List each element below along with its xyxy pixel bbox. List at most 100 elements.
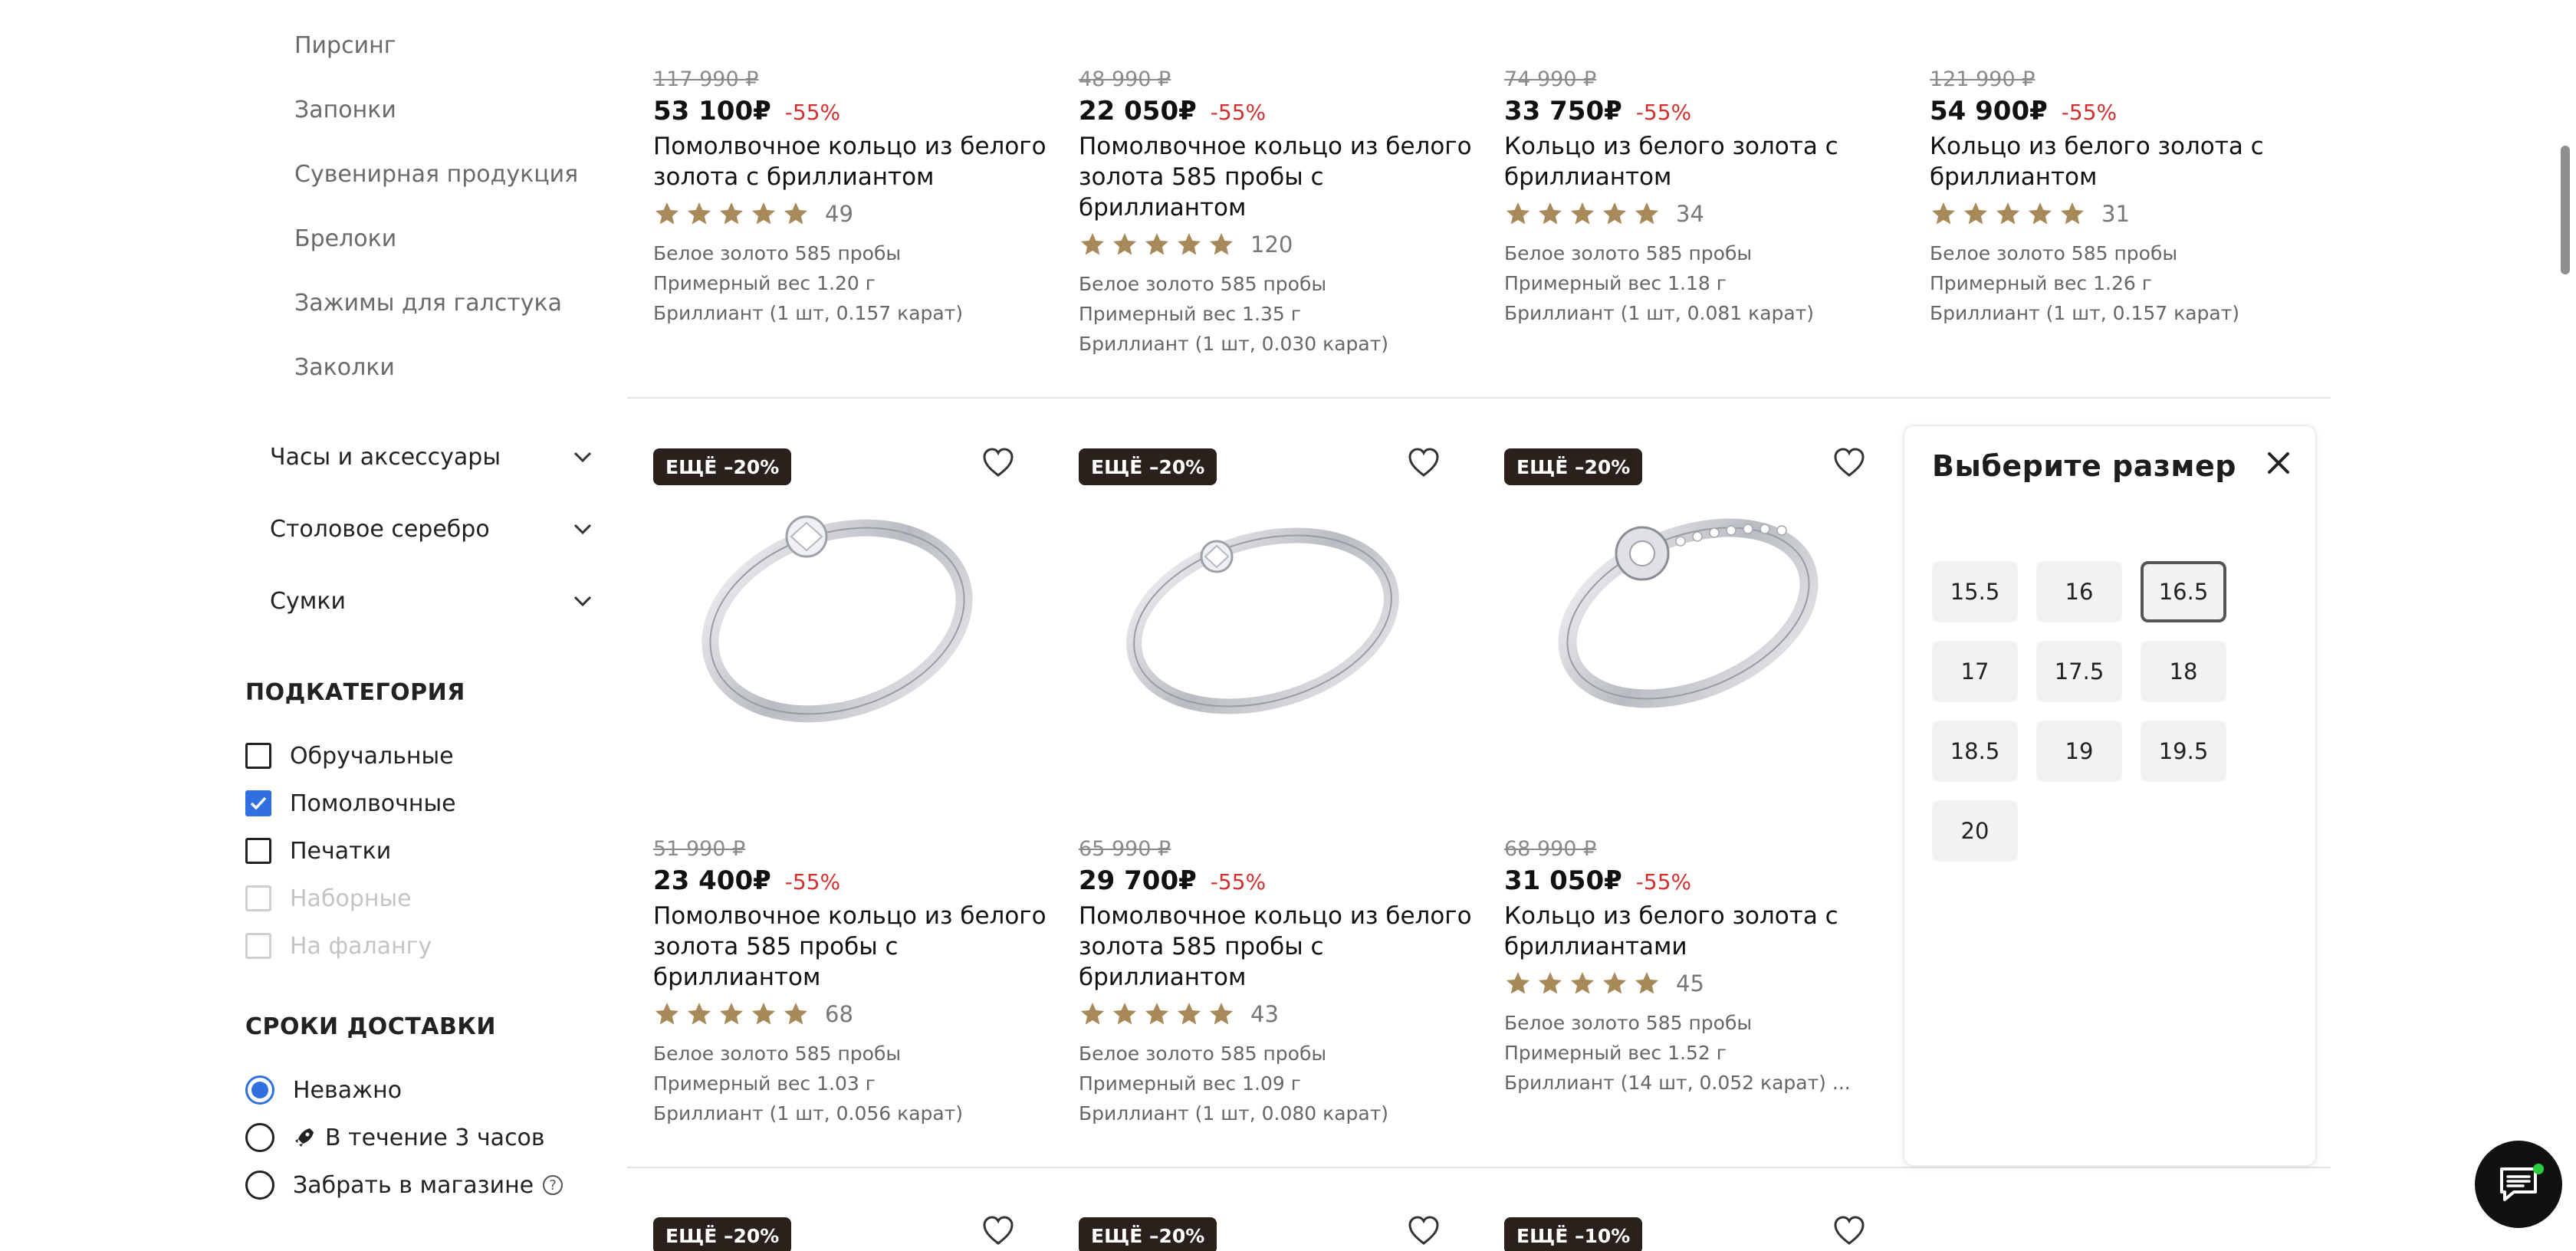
- checkbox-label: Обручальные: [290, 742, 454, 770]
- product-title[interactable]: Помолвочное кольцо из белого золота 585 …: [1079, 131, 1477, 223]
- size-picker-title: Выберите размер: [1932, 449, 2236, 483]
- product-card[interactable]: 121 990 ₽ 54 900₽ -55% Кольцо из белого з…: [1930, 67, 2328, 328]
- radio-button[interactable]: [245, 1123, 274, 1152]
- category-label: Столовое серебро: [270, 515, 490, 543]
- size-option-19[interactable]: 19: [2036, 721, 2122, 782]
- product-title[interactable]: Кольцо из белого золота с бриллиантом: [1504, 131, 1903, 192]
- price: 53 100₽: [653, 96, 771, 126]
- old-price: 121 990 ₽: [1930, 67, 2036, 91]
- checkbox-label: Помолвочные: [290, 790, 456, 817]
- subcategory-heading: ПОДКАТЕГОРИЯ: [245, 679, 465, 706]
- sidebar-sublink-hairpins[interactable]: Заколки: [294, 354, 395, 382]
- size-option-20[interactable]: 20: [1932, 800, 2018, 862]
- close-icon[interactable]: [2262, 446, 2295, 480]
- chevron-down-icon: [572, 518, 593, 540]
- checkbox-wedding[interactable]: Обручальные: [245, 740, 454, 771]
- checkmark-icon: [250, 796, 267, 810]
- spec-metal: Белое золото 585 пробы: [653, 242, 902, 264]
- ring-image[interactable]: [676, 491, 998, 744]
- product-card[interactable]: 117 990 ₽ 53 100₽ -55% Помолвочное кольцо…: [653, 67, 1052, 328]
- help-icon[interactable]: ?: [543, 1175, 564, 1195]
- size-option-16-5[interactable]: 16.5: [2141, 561, 2226, 622]
- checkbox-stackable: Наборные: [245, 883, 412, 914]
- size-option-16[interactable]: 16: [2036, 561, 2122, 622]
- product-title[interactable]: Помолвочное кольцо из белого золота с бр…: [653, 131, 1052, 192]
- heart-icon[interactable]: [981, 1214, 1015, 1248]
- size-option-17-5[interactable]: 17.5: [2036, 641, 2122, 702]
- rocket-icon: [295, 1128, 314, 1147]
- heart-icon[interactable]: [981, 446, 1015, 480]
- heart-icon[interactable]: [1832, 446, 1866, 480]
- promo-badge: ЕЩЁ –10%: [1504, 1217, 1643, 1251]
- spec-metal: Белое золото 585 пробы: [1930, 242, 2178, 264]
- sidebar-sublink-piercing[interactable]: Пирсинг: [294, 32, 396, 60]
- ring-image[interactable]: [1527, 491, 1849, 744]
- size-option-18-5[interactable]: 18.5: [1932, 721, 2018, 782]
- checkbox-box[interactable]: [245, 838, 271, 864]
- discount: -55%: [2061, 100, 2118, 125]
- review-count: 120: [1250, 231, 1293, 258]
- radio-button[interactable]: [245, 1171, 274, 1200]
- ring-image[interactable]: [1102, 491, 1424, 744]
- row-divider: [627, 1167, 2331, 1168]
- checkbox-box: [245, 885, 271, 911]
- radio-delivery-3h[interactable]: В течение 3 часов: [245, 1121, 545, 1154]
- old-price: 74 990 ₽: [1504, 67, 1597, 91]
- review-count: 68: [825, 1001, 853, 1027]
- size-option-19-5[interactable]: 19.5: [2141, 721, 2226, 782]
- size-option-17[interactable]: 17: [1932, 641, 2018, 702]
- product-title[interactable]: Помолвочное кольцо из белого золота 585 …: [653, 901, 1052, 993]
- product-title[interactable]: Кольцо из белого золота с бриллиантом: [1930, 131, 2328, 192]
- star-rating-icon: [653, 200, 814, 228]
- scrollbar-thumb[interactable]: [2561, 146, 2570, 274]
- size-option-15-5[interactable]: 15.5: [1932, 561, 2018, 622]
- category-watches[interactable]: Часы и аксессуары: [270, 440, 593, 474]
- checkbox-box: [245, 933, 271, 959]
- radio-label: Забрать в магазине: [293, 1171, 534, 1199]
- product-card[interactable]: 65 990 ₽ 29 700₽ -55% Помолвочное кольцо …: [1079, 837, 1477, 1128]
- star-rating-icon: [1930, 200, 2091, 228]
- spec-stone: Бриллиант (1 шт, 0.056 карат): [653, 1102, 964, 1125]
- old-price: 48 990 ₽: [1079, 67, 1171, 91]
- product-card[interactable]: 48 990 ₽ 22 050₽ -55% Помолвочное кольцо …: [1079, 67, 1477, 359]
- sidebar-sublink-cufflinks[interactable]: Запонки: [294, 97, 396, 124]
- heart-icon[interactable]: [1407, 1214, 1441, 1248]
- checkbox-label: Наборные: [290, 885, 412, 912]
- product-card[interactable]: 68 990 ₽ 31 050₽ -55% Кольцо из белого зо…: [1504, 837, 1903, 1098]
- radio-delivery-pickup[interactable]: Забрать в магазине ?: [245, 1168, 564, 1202]
- product-card[interactable]: 51 990 ₽ 23 400₽ -55% Помолвочное кольцо …: [653, 837, 1052, 1128]
- price: 31 050₽: [1504, 865, 1622, 896]
- spec-metal: Белое золото 585 пробы: [1079, 273, 1327, 295]
- product-title[interactable]: Помолвочное кольцо из белого золота 585 …: [1079, 901, 1477, 993]
- spec-stone: Бриллиант (1 шт, 0.081 карат): [1504, 302, 1815, 324]
- spec-weight: Примерный вес 1.26 г: [1930, 272, 2152, 294]
- sidebar-sublink-souvenirs[interactable]: Сувенирная продукция: [294, 161, 578, 189]
- radio-delivery-any[interactable]: Неважно: [245, 1073, 402, 1107]
- promo-badge: ЕЩЁ –20%: [653, 448, 792, 485]
- sidebar-sublink-tie-clips[interactable]: Зажимы для галстука: [294, 290, 562, 317]
- heart-icon[interactable]: [1832, 1214, 1866, 1248]
- delivery-heading: СРОКИ ДОСТАВКИ: [245, 1013, 496, 1040]
- online-indicator: [2533, 1164, 2544, 1174]
- price: 54 900₽: [1930, 96, 2048, 126]
- checkbox-box[interactable]: [245, 790, 271, 816]
- checkbox-box[interactable]: [245, 743, 271, 769]
- size-option-18[interactable]: 18: [2141, 641, 2226, 702]
- spec-weight: Примерный вес 1.03 г: [653, 1072, 876, 1095]
- old-price: 65 990 ₽: [1079, 837, 1171, 861]
- chat-button[interactable]: [2475, 1141, 2562, 1228]
- spec-metal: Белое золото 585 пробы: [1079, 1042, 1327, 1065]
- checkbox-signet[interactable]: Печатки: [245, 836, 391, 866]
- spec-metal: Белое золото 585 пробы: [1504, 242, 1753, 264]
- category-bags[interactable]: Сумки: [270, 584, 593, 618]
- checkbox-engagement[interactable]: Помолвочные: [245, 788, 456, 819]
- product-title[interactable]: Кольцо из белого золота с бриллиантами: [1504, 901, 1903, 962]
- product-card[interactable]: 74 990 ₽ 33 750₽ -55% Кольцо из белого зо…: [1504, 67, 1903, 328]
- category-silverware[interactable]: Столовое серебро: [270, 512, 593, 546]
- review-count: 49: [825, 201, 853, 227]
- sidebar-sublink-keychains[interactable]: Брелоки: [294, 225, 396, 253]
- review-count: 31: [2101, 201, 2130, 227]
- star-rating-icon: [1504, 970, 1665, 997]
- heart-icon[interactable]: [1407, 446, 1441, 480]
- radio-button[interactable]: [245, 1075, 274, 1105]
